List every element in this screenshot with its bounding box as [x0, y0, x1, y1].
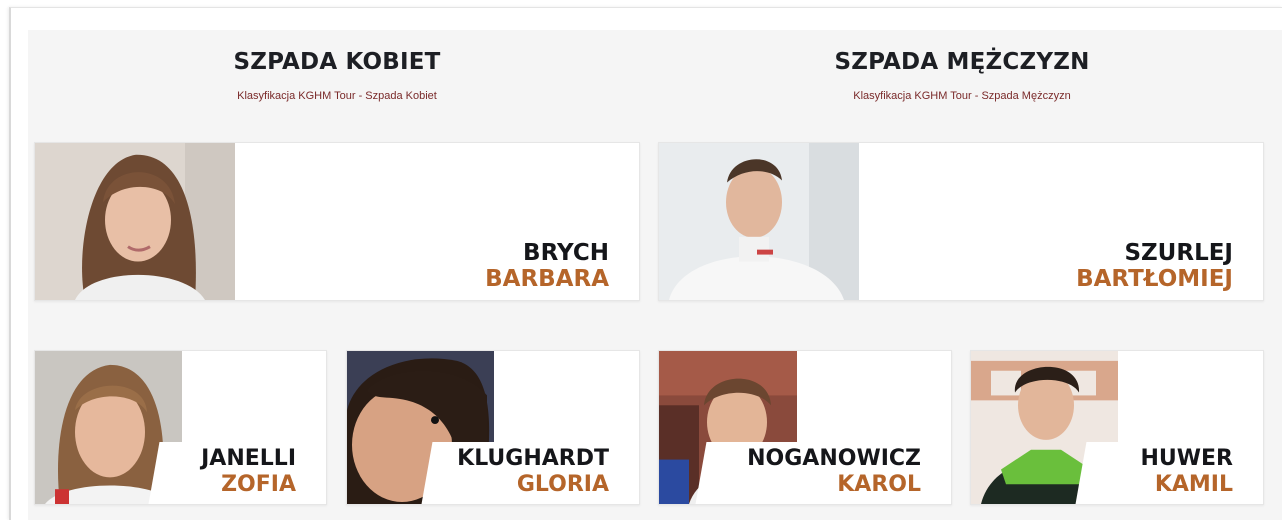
athlete-photo	[659, 143, 859, 300]
athlete-last-name: KLUGHARDT	[457, 446, 609, 471]
athlete-last-name: SZURLEJ	[1124, 240, 1233, 266]
athlete-first-name: GLORIA	[516, 472, 609, 497]
athlete-last-name: HUWER	[1140, 446, 1233, 471]
section-title-women: SZPADA KOBIET	[233, 49, 441, 75]
athlete-name-box: SZURLEJ BARTŁOMIEJ	[1053, 234, 1263, 300]
athlete-first-name: KAMIL	[1154, 472, 1233, 497]
athlete-card-men-2[interactable]: NOGANOWICZ KAROL	[658, 350, 952, 505]
athlete-last-name: NOGANOWICZ	[747, 446, 921, 471]
athlete-name-box: BRYCH BARBARA	[467, 234, 639, 300]
athlete-name-box: JANELLI ZOFIA	[176, 442, 326, 504]
athlete-name-box: KLUGHARDT GLORIA	[449, 442, 639, 504]
section-title-men: SZPADA MĘŻCZYZN	[834, 49, 1090, 75]
athlete-card-leader-women[interactable]: BRYCH BARBARA	[34, 142, 640, 301]
athlete-card-women-3[interactable]: KLUGHARDT GLORIA	[346, 350, 640, 505]
athlete-name-box: HUWER KAMIL	[1103, 442, 1263, 504]
athlete-first-name: BARBARA	[485, 266, 609, 292]
athlete-card-women-2[interactable]: JANELLI ZOFIA	[34, 350, 327, 505]
athlete-first-name: BARTŁOMIEJ	[1076, 266, 1233, 292]
ranking-link-women[interactable]: Klasyfikacja KGHM Tour - Szpada Kobiet	[87, 90, 587, 102]
athlete-first-name: ZOFIA	[221, 472, 296, 497]
athlete-name-box: NOGANOWICZ KAROL	[723, 442, 951, 504]
athlete-first-name: KAROL	[837, 472, 921, 497]
athlete-last-name: JANELLI	[201, 446, 296, 471]
athlete-card-leader-men[interactable]: SZURLEJ BARTŁOMIEJ	[658, 142, 1264, 301]
athlete-last-name: BRYCH	[523, 240, 609, 266]
athlete-card-men-3[interactable]: HUWER KAMIL	[970, 350, 1264, 505]
athlete-photo	[35, 143, 235, 300]
ranking-link-men[interactable]: Klasyfikacja KGHM Tour - Szpada Mężczyzn	[712, 90, 1212, 102]
